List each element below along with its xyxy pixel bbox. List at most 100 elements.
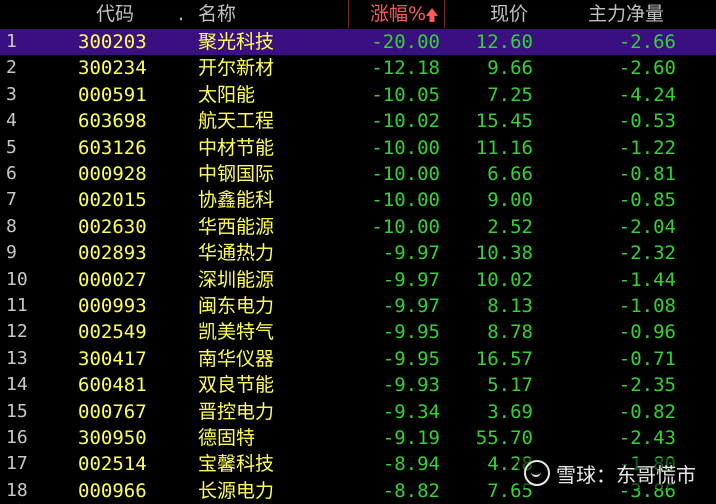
main-net-volume: -1.44	[618, 268, 676, 291]
main-net-volume: -4.24	[618, 83, 676, 106]
change-percent: -9.97	[382, 268, 440, 291]
main-net-volume: -2.32	[618, 242, 676, 265]
current-price: 3.69	[487, 400, 533, 423]
main-net-volume: -2.66	[618, 31, 676, 53]
current-price: 7.25	[487, 83, 533, 106]
header-divider	[444, 0, 445, 28]
row-index: 15	[6, 400, 28, 422]
change-percent: -10.00	[371, 163, 440, 185]
change-percent: -20.00	[371, 31, 440, 53]
row-index: 1	[6, 31, 17, 52]
stock-code: 002630	[78, 215, 147, 238]
stock-name: 德固特	[198, 427, 256, 449]
header-code[interactable]: 代码	[96, 0, 134, 28]
stock-name: 宝馨科技	[198, 453, 275, 476]
stock-name: 协鑫能科	[198, 189, 275, 212]
stock-name: 晋控电力	[198, 400, 275, 423]
change-percent: -8.94	[382, 453, 440, 476]
current-price: 10.02	[475, 268, 533, 291]
header-net[interactable]: 主力净量	[588, 0, 664, 28]
header-change[interactable]: 涨幅%	[370, 0, 426, 28]
sort-desc-up-arrow-icon[interactable]	[424, 0, 440, 28]
table-row[interactable]: 12 002549 凯美特气 -9.95 8.78 -0.96	[0, 319, 716, 345]
current-price: 9.66	[487, 57, 533, 80]
current-price: 8.13	[487, 295, 533, 317]
change-percent: -10.00	[371, 189, 440, 212]
main-net-volume: -1.22	[618, 136, 676, 159]
table-row[interactable]: 6 000928 中钢国际 -10.00 6.66 -0.81	[0, 161, 716, 187]
table-row[interactable]: 10 000027 深圳能源 -9.97 10.02 -1.44	[0, 267, 716, 293]
table-row[interactable]: 3 000591 太阳能 -10.05 7.25 -4.24	[0, 82, 716, 108]
row-index: 14	[6, 374, 28, 396]
change-percent: -10.05	[371, 83, 440, 106]
stock-name: 开尔新材	[198, 57, 275, 80]
stock-name: 凯美特气	[198, 321, 275, 344]
current-price: 15.45	[475, 110, 533, 133]
table-row[interactable]: 7 002015 协鑫能科 -10.00 9.00 -0.85	[0, 187, 716, 213]
table-row[interactable]: 1 300203 聚光科技 -20.00 12.60 -2.66	[0, 29, 716, 56]
stock-code: 002549	[78, 321, 147, 344]
stock-code: 002893	[78, 242, 147, 265]
row-index: 7	[6, 189, 17, 211]
table-row[interactable]: 11 000993 闽东电力 -9.97 8.13 -1.08	[0, 293, 716, 319]
change-percent: -12.18	[371, 57, 440, 80]
main-net-volume: -2.60	[618, 57, 676, 80]
current-price: 5.17	[487, 374, 533, 397]
stock-name: 聚光科技	[198, 31, 275, 53]
row-index: 9	[6, 242, 17, 264]
current-price: 2.52	[487, 215, 533, 238]
table-row[interactable]: 4 603698 航天工程 -10.02 15.45 -0.53	[0, 108, 716, 134]
xueqiu-logo-icon	[524, 460, 550, 486]
row-index: 16	[6, 427, 28, 448]
stock-name: 中材节能	[198, 136, 275, 159]
change-percent: -9.97	[382, 295, 440, 317]
table-row[interactable]: 15 000767 晋控电力 -9.34 3.69 -0.82	[0, 399, 716, 425]
stock-code: 300950	[78, 427, 147, 449]
row-index: 12	[6, 321, 28, 343]
stock-code: 300417	[78, 347, 147, 370]
stock-quote-table: 代码 . 名称 涨幅% 现价 主力净量 1 300203 聚光科技 -20.00 12.…	[0, 0, 716, 502]
change-percent: -9.19	[382, 427, 440, 449]
stock-name: 航天工程	[198, 110, 275, 133]
change-percent: -9.97	[382, 242, 440, 265]
table-row[interactable]: 14 600481 双良节能 -9.93 5.17 -2.35	[0, 372, 716, 398]
stock-code: 000591	[78, 83, 147, 106]
main-net-volume: -0.53	[618, 110, 676, 133]
stock-name: 中钢国际	[198, 163, 275, 185]
row-index: 13	[6, 347, 28, 369]
table-row[interactable]: 9 002893 华通热力 -9.97 10.38 -2.32	[0, 240, 716, 266]
stock-code: 603698	[78, 110, 147, 133]
current-price: 16.57	[475, 347, 533, 370]
main-net-volume: -0.71	[618, 347, 676, 370]
stock-name: 双良节能	[198, 374, 275, 397]
watermark-text: 雪球：东哥慌市	[556, 462, 696, 487]
table-row[interactable]: 8 002630 华西能源 -10.00 2.52 -2.04	[0, 214, 716, 240]
table-header: 代码 . 名称 涨幅% 现价 主力净量	[0, 0, 716, 28]
table-row[interactable]: 2 300234 开尔新材 -12.18 9.66 -2.60	[0, 55, 716, 81]
header-divider	[348, 0, 349, 28]
stock-code: 000027	[78, 268, 147, 291]
stock-code: 000966	[78, 479, 147, 502]
current-price: 11.16	[475, 136, 533, 159]
stock-name: 太阳能	[198, 83, 256, 106]
table-row[interactable]: 5 603126 中材节能 -10.00 11.16 -1.22	[0, 135, 716, 161]
stock-name: 华西能源	[198, 215, 275, 238]
stock-name: 长源电力	[198, 479, 275, 502]
main-net-volume: -0.96	[618, 321, 676, 344]
main-net-volume: -2.43	[618, 427, 676, 449]
stock-code: 002015	[78, 189, 147, 212]
table-row[interactable]: 16 300950 德固特 -9.19 55.70 -2.43	[0, 425, 716, 451]
stock-code: 000993	[78, 295, 147, 317]
header-name[interactable]: 名称	[198, 0, 236, 28]
table-row[interactable]: 13 300417 南华仪器 -9.95 16.57 -0.71	[0, 346, 716, 372]
stock-name: 华通热力	[198, 242, 275, 265]
header-price[interactable]: 现价	[490, 0, 528, 28]
stock-name: 深圳能源	[198, 268, 275, 291]
main-net-volume: -0.82	[618, 400, 676, 423]
row-index: 5	[6, 136, 17, 158]
change-percent: -9.95	[382, 347, 440, 370]
current-price: 10.38	[475, 242, 533, 265]
row-index: 17	[6, 453, 28, 475]
main-net-volume: -0.81	[618, 163, 676, 185]
change-percent: -9.95	[382, 321, 440, 344]
